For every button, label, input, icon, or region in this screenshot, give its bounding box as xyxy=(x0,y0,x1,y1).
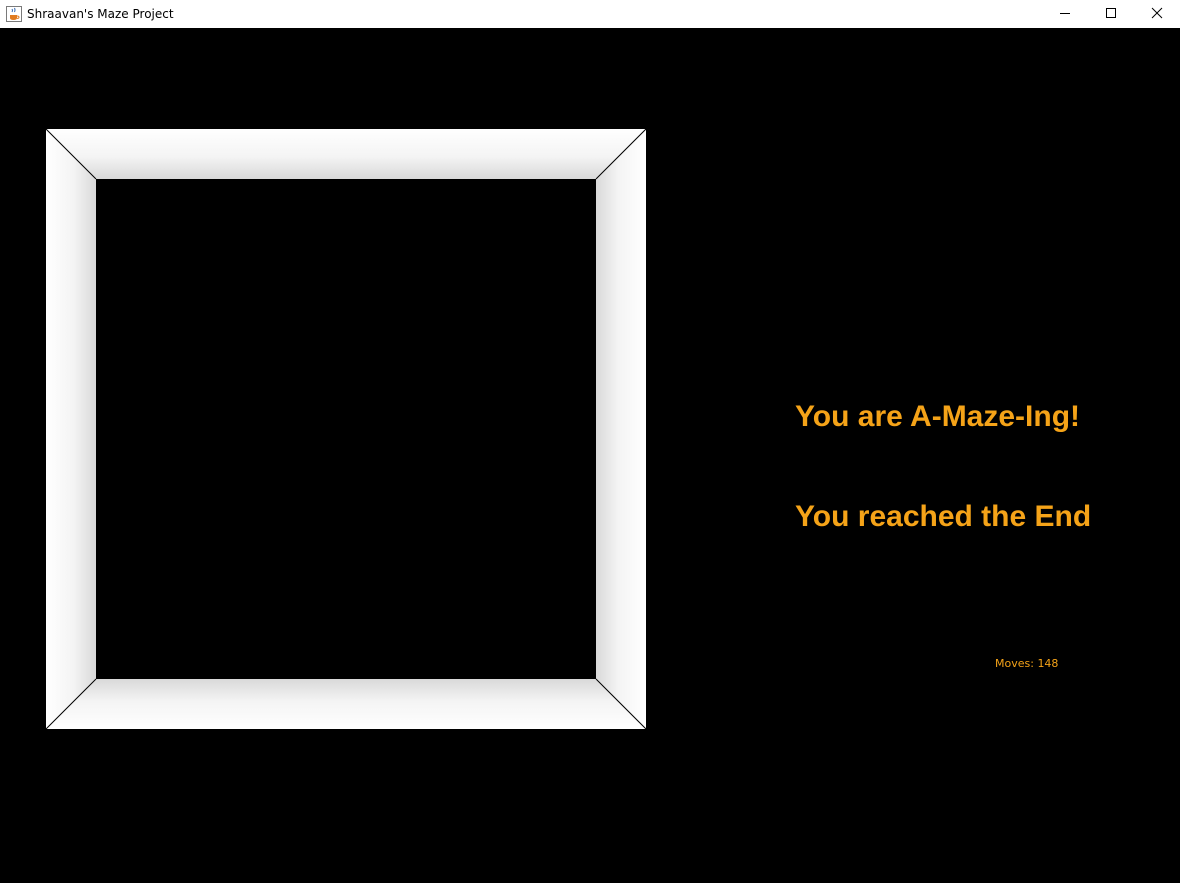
moves-label: Moves: xyxy=(995,657,1034,670)
minimize-icon xyxy=(1060,13,1070,14)
window-controls xyxy=(1042,0,1180,28)
ceiling-wall xyxy=(46,129,646,179)
maze-3d-view xyxy=(46,129,646,729)
maximize-icon xyxy=(1106,8,1116,18)
floor-wall xyxy=(46,679,646,729)
moves-value: 148 xyxy=(1037,657,1059,670)
title-bar[interactable]: Shraavan's Maze Project xyxy=(0,0,1180,28)
maximize-button[interactable] xyxy=(1088,0,1134,26)
close-icon xyxy=(1151,7,1163,19)
left-wall xyxy=(46,129,96,729)
close-button[interactable] xyxy=(1134,0,1180,26)
java-cup-icon xyxy=(6,6,22,22)
win-message-title: You are A-Maze-Ing! xyxy=(795,400,1081,433)
window-title: Shraavan's Maze Project xyxy=(27,7,174,21)
end-corridor xyxy=(96,179,596,679)
win-message-subtitle: You reached the End xyxy=(795,500,1092,533)
right-wall xyxy=(596,129,646,729)
moves-counter: Moves: 148 xyxy=(995,657,1058,670)
app-window: Shraavan's Maze Project You are A-Maze-I… xyxy=(0,0,1180,883)
game-canvas[interactable]: You are A-Maze-Ing! You reached the End … xyxy=(0,28,1180,883)
minimize-button[interactable] xyxy=(1042,0,1088,26)
